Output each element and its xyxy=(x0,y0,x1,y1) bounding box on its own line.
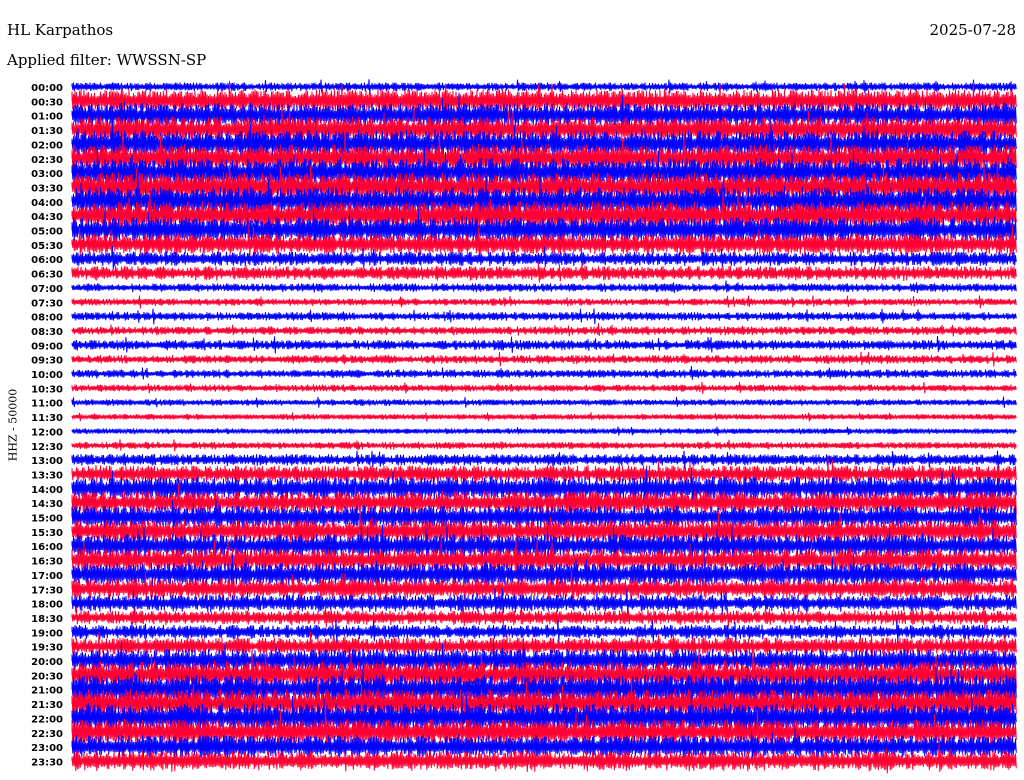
time-tick-label: 21:00 xyxy=(31,686,63,697)
time-tick-label: 06:30 xyxy=(31,270,63,281)
time-tick-label: 18:00 xyxy=(31,600,63,611)
time-tick-label: 02:30 xyxy=(31,155,63,166)
seismic-trace-row xyxy=(71,412,1017,422)
seismic-trace-row xyxy=(71,381,1017,394)
time-tick-label: 22:00 xyxy=(31,714,63,725)
time-tick-label: 06:00 xyxy=(31,255,63,266)
time-tick-label: 12:00 xyxy=(31,427,63,438)
time-tick-label: 07:30 xyxy=(31,298,63,309)
seismic-trace-row xyxy=(71,619,1017,644)
time-tick-label: 04:00 xyxy=(31,198,63,209)
time-tick-label: 05:30 xyxy=(31,241,63,252)
seismic-trace-row xyxy=(71,295,1017,309)
time-tick-label: 21:30 xyxy=(31,700,63,711)
time-tick-label: 15:00 xyxy=(31,514,63,525)
time-tick-label: 23:00 xyxy=(31,743,63,754)
time-tick-label: 20:00 xyxy=(31,657,63,668)
time-tick-label: 01:30 xyxy=(31,126,63,137)
seismic-trace-row xyxy=(71,439,1017,452)
time-tick-label: 01:00 xyxy=(31,112,63,123)
seismic-trace-row xyxy=(71,396,1017,408)
time-tick-label: 05:00 xyxy=(31,227,63,238)
time-tick-label: 09:00 xyxy=(31,341,63,352)
time-tick-label: 11:30 xyxy=(31,413,63,424)
time-tick-label: 20:30 xyxy=(31,671,63,682)
seismic-trace-row xyxy=(71,335,1017,354)
time-tick-label: 00:00 xyxy=(31,83,63,94)
time-tick-label: 17:00 xyxy=(31,571,63,582)
time-tick-label: 03:00 xyxy=(31,169,63,180)
trace-group xyxy=(71,79,1017,774)
time-tick-label: 00:30 xyxy=(31,97,63,108)
seismic-trace-row xyxy=(71,426,1017,436)
time-tick-label: 19:00 xyxy=(31,628,63,639)
seismic-trace-row xyxy=(71,261,1017,283)
time-tick-label: 13:30 xyxy=(31,470,63,481)
time-tick-label: 08:00 xyxy=(31,313,63,324)
seismic-trace-row xyxy=(71,450,1017,469)
time-tick-label: 19:30 xyxy=(31,643,63,654)
seismic-trace-row xyxy=(71,323,1017,337)
time-tick-label: 02:00 xyxy=(31,140,63,151)
time-tick-label: 04:30 xyxy=(31,212,63,223)
time-tick-label: 09:30 xyxy=(31,356,63,367)
time-tick-label: 22:30 xyxy=(31,729,63,740)
time-tick-label: 16:00 xyxy=(31,542,63,553)
time-tick-label: 13:00 xyxy=(31,456,63,467)
time-tick-label: 23:30 xyxy=(31,757,63,768)
time-tick-label: 12:30 xyxy=(31,442,63,453)
time-tick-label: 14:30 xyxy=(31,499,63,510)
time-tick-group: 00:00 00:30 01:00 01:30 02:00 02:30 03:00 03:30… xyxy=(31,83,63,768)
seismic-trace-row xyxy=(71,280,1017,294)
time-tick-label: 14:00 xyxy=(31,485,63,496)
time-tick-label: 17:30 xyxy=(31,585,63,596)
seismic-trace-row xyxy=(71,351,1017,367)
seismic-trace-row xyxy=(71,366,1017,380)
seismic-trace-row xyxy=(71,308,1017,325)
time-tick-label: 07:00 xyxy=(31,284,63,295)
time-tick-label: 10:30 xyxy=(31,384,63,395)
time-tick-label: 03:30 xyxy=(31,183,63,194)
time-tick-label: 15:30 xyxy=(31,528,63,539)
time-tick-label: 10:00 xyxy=(31,370,63,381)
time-tick-label: 08:30 xyxy=(31,327,63,338)
time-tick-label: 18:30 xyxy=(31,614,63,625)
time-tick-label: 16:30 xyxy=(31,557,63,568)
helicorder-plot: 00:00 00:30 01:00 01:30 02:00 02:30 03:00 03:30… xyxy=(31,79,1017,774)
time-tick-label: 11:00 xyxy=(31,399,63,410)
